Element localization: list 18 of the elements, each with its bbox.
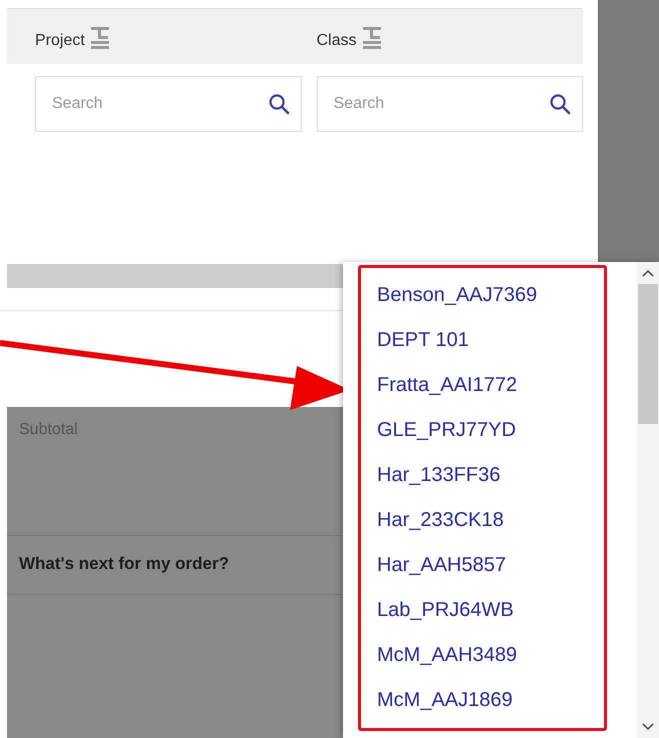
dropdown-option[interactable]: DEPT 101 [377, 318, 604, 363]
dropdown-option[interactable]: Har_AAH5857 [377, 543, 604, 588]
scrollbar-thumb[interactable] [638, 284, 658, 424]
dropdown-option[interactable]: McM_AAH3489 [377, 633, 604, 678]
search-icon[interactable] [268, 93, 290, 115]
dropdown-option[interactable]: McM_AAJ1869 [377, 678, 604, 723]
dropdown-option[interactable]: Fratta_AAI1772 [377, 363, 604, 408]
search-icon[interactable] [549, 93, 571, 115]
dropdown-option[interactable]: Har_133FF36 [377, 453, 604, 498]
column-header: Project [35, 32, 85, 50]
section-heading: What's next for my order? [19, 554, 229, 573]
dropdown-option[interactable]: Lab_PRJ64WB [377, 588, 604, 633]
search-field[interactable]: Search [316, 76, 583, 132]
dropdown-option[interactable]: Benson_AAJ7369 [377, 273, 604, 318]
search-field[interactable]: Search [35, 76, 302, 132]
dropdown-option[interactable]: GLE_PRJ77YD [377, 408, 604, 453]
column-header: Class [316, 32, 357, 50]
dropdown-option[interactable]: Har_233CK18 [377, 498, 604, 543]
